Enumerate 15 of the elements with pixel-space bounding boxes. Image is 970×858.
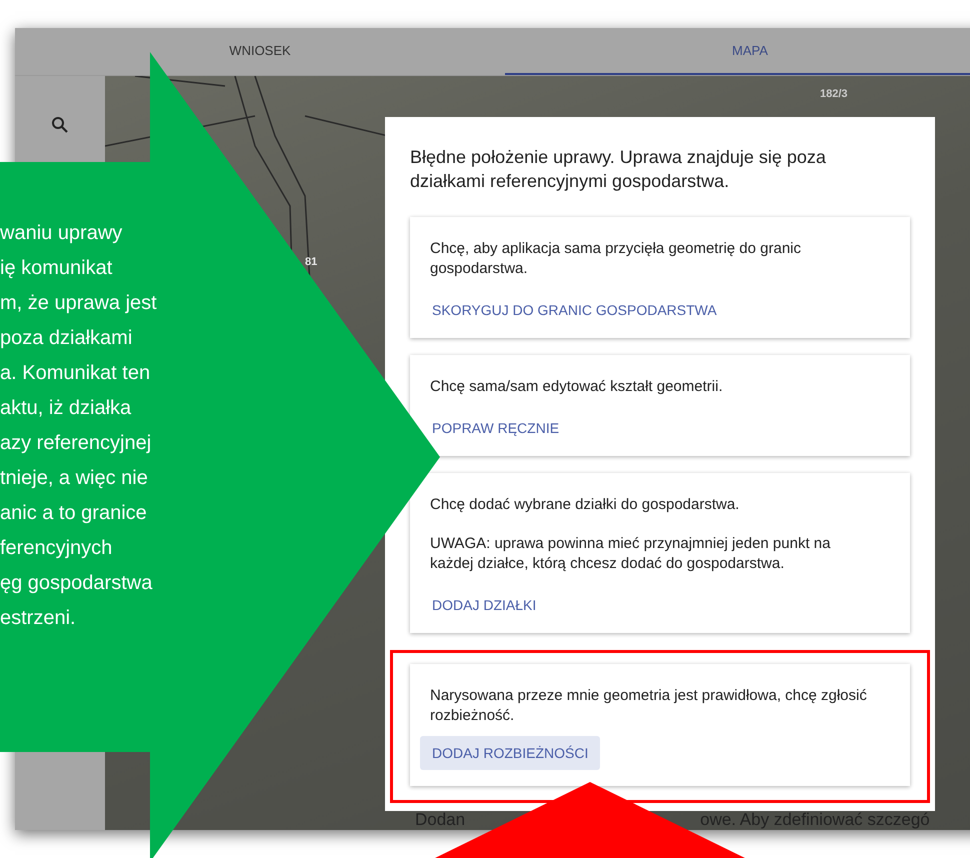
option-button[interactable]: DODAJ DZIAŁKI [428,593,540,617]
option-text: UWAGA: uprawa powinna mieć przynajmniej jeden punkt na każdej działce, którą chcesz dodać do gospodarstwa. [430,534,832,574]
option-text: Narysowana przeze mnie geometria jest prawidłowa, chcę zgłosić rozbieżność. [430,686,868,726]
option-button[interactable]: POPRAW RĘCZNIE [428,416,564,440]
option-text: Chcę dodać wybrane działki do gospodarstwa. [430,495,740,515]
tab[interactable]: WNIOSEK [15,28,505,75]
dialog-title: Błędne położenie uprawy. Uprawa znajduje się poza działkami referencyjnymi gospodarstwa. [410,146,827,193]
option-button[interactable]: SKORYGUJ DO GRANIC GOSPODARSTWA [428,298,721,322]
option-text: Chcę, aby aplikacja sama przycięła geometrię do granic gospodarstwa. [430,239,802,279]
parcel-label: 182/3 [820,88,848,100]
search-icon[interactable] [51,116,69,134]
parcel-label: 81 [305,256,318,268]
option-button[interactable]: DODAJ ROZBIEŻNOŚCI [420,736,600,770]
callout-text: waniu uprawy ię komunikat m, że uprawa jest poza działkami a. Komunikat ten aktu, iż działka azy referencyjnej tnieje, a więc nie anic a to granice ferencyjnych ęg gospodarstwa estrzeni. [0,221,158,631]
option-text: Chcę sama/sam edytować kształt geometrii. [430,377,724,397]
